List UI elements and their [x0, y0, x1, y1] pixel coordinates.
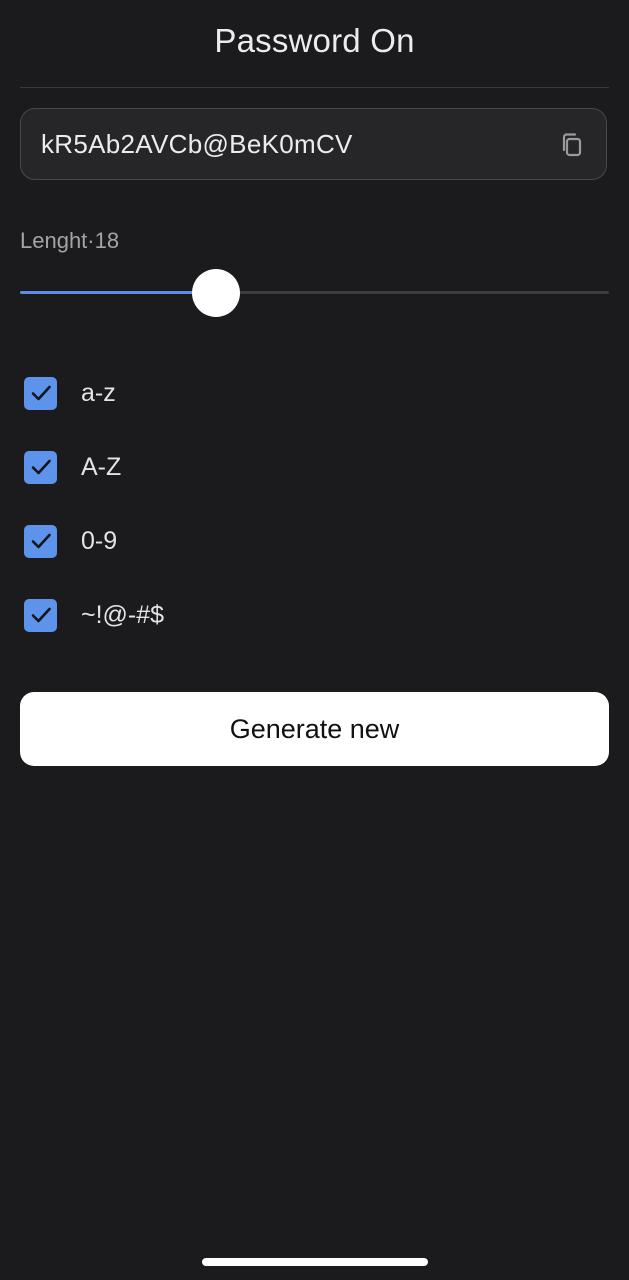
checkbox-digits[interactable]: [24, 524, 57, 558]
home-indicator[interactable]: [202, 1258, 428, 1266]
length-slider[interactable]: [20, 268, 609, 318]
check-icon: [31, 533, 51, 549]
app-screen: Password On kR5Ab2AVCb@BeK0mCV Lenght·18…: [0, 0, 629, 1280]
password-value[interactable]: kR5Ab2AVCb@BeK0mCV: [41, 129, 353, 160]
slider-fill: [20, 291, 216, 294]
check-icon: [31, 607, 51, 623]
checkbox-uppercase[interactable]: [24, 450, 57, 484]
option-digits[interactable]: 0-9: [24, 524, 117, 558]
option-uppercase[interactable]: A-Z: [24, 450, 121, 484]
check-icon: [31, 459, 51, 475]
option-symbols[interactable]: ~!@-#$: [24, 598, 164, 632]
length-label: Lenght·18: [20, 228, 120, 253]
option-label-digits: 0-9: [81, 526, 118, 555]
option-label-lowercase: a-z: [81, 378, 116, 407]
header-divider: [20, 87, 609, 88]
password-field[interactable]: kR5Ab2AVCb@BeK0mCV: [20, 108, 607, 180]
copy-icon[interactable]: [558, 131, 586, 159]
checkbox-symbols[interactable]: [24, 598, 57, 632]
option-label-symbols: ~!@-#$: [81, 600, 165, 629]
slider-thumb[interactable]: [192, 269, 240, 317]
option-label-uppercase: A-Z: [81, 452, 122, 481]
checkbox-lowercase[interactable]: [24, 376, 57, 410]
check-icon: [31, 385, 51, 401]
generate-button[interactable]: Generate new: [20, 692, 609, 766]
option-lowercase[interactable]: a-z: [24, 376, 116, 410]
page-title: Password On: [214, 22, 415, 59]
